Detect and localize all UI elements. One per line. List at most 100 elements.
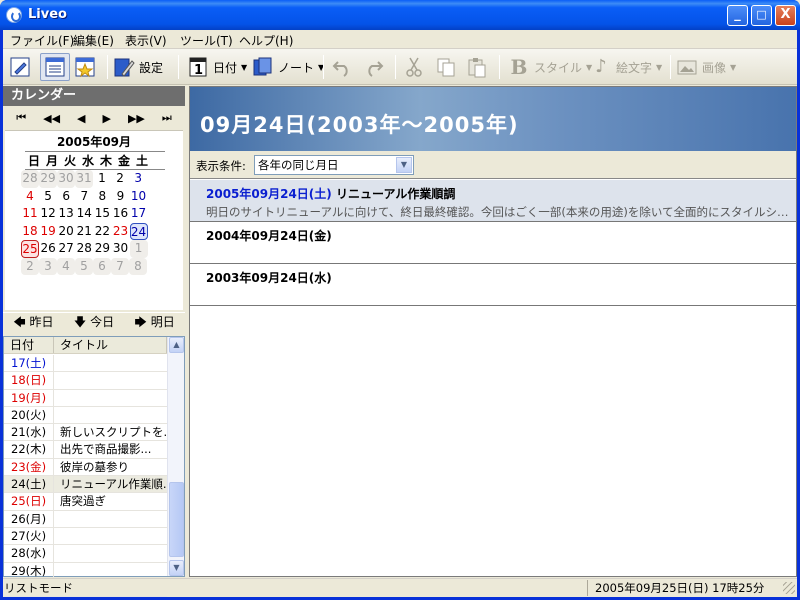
list-item[interactable]: 21(水) 新しいスクリプトを... bbox=[4, 424, 167, 442]
close-button[interactable]: X bbox=[775, 5, 796, 26]
resize-grip[interactable] bbox=[783, 582, 795, 594]
edit-mode-button[interactable] bbox=[9, 53, 37, 81]
list-item[interactable]: 17(土) bbox=[4, 355, 167, 373]
calendar-day[interactable]: 8 bbox=[129, 257, 147, 275]
today-button[interactable]: 🡇 今日 bbox=[74, 313, 114, 334]
prev-year-icon[interactable]: ◀◀ bbox=[43, 112, 60, 125]
last-month-icon[interactable]: ⏭ bbox=[162, 111, 172, 125]
yesterday-button[interactable]: 🡄 昨日 bbox=[13, 313, 53, 334]
calendar-day[interactable]: 4 bbox=[57, 257, 75, 275]
calendar-day[interactable]: 31 bbox=[75, 170, 93, 188]
calendar-day[interactable]: 8 bbox=[93, 188, 111, 206]
column-date[interactable]: 日付 bbox=[4, 337, 54, 353]
menu-edit[interactable]: 編集(E) bbox=[73, 32, 114, 49]
list-item[interactable]: 27(火) bbox=[4, 527, 167, 546]
title-bar[interactable]: Liveo _ □ X bbox=[0, 0, 800, 30]
calendar-day[interactable]: 25 bbox=[21, 240, 39, 258]
style-button[interactable]: B スタイル ▼ bbox=[508, 53, 593, 81]
calendar-day[interactable]: 20 bbox=[57, 223, 75, 241]
filter-select[interactable]: 各年の同じ月日 ▼ bbox=[254, 155, 414, 175]
calendar-day[interactable]: 28 bbox=[21, 170, 39, 188]
calendar-day[interactable]: 7 bbox=[75, 188, 93, 206]
minimize-button[interactable]: _ bbox=[727, 5, 748, 26]
bookmark-mode-button[interactable] bbox=[74, 53, 102, 81]
calendar-day[interactable]: 14 bbox=[75, 205, 93, 223]
scroll-up-button[interactable]: ▲ bbox=[169, 337, 184, 353]
calendar-day[interactable]: 1 bbox=[93, 170, 111, 188]
calendar-day[interactable]: 13 bbox=[57, 205, 75, 223]
list-item[interactable]: 26(月) bbox=[4, 510, 167, 528]
calendar-day[interactable]: 1 bbox=[129, 240, 148, 258]
settings-button[interactable]: 設定 bbox=[113, 53, 163, 81]
list-item[interactable]: 24(土) リニューアル作業順... bbox=[4, 476, 167, 494]
menu-file[interactable]: ファイル(F) bbox=[10, 32, 74, 49]
first-month-icon[interactable]: ⏮ bbox=[16, 111, 26, 125]
next-year-icon[interactable]: ▶▶ bbox=[128, 112, 145, 125]
paste-button[interactable] bbox=[466, 53, 488, 81]
scroll-thumb[interactable] bbox=[169, 482, 184, 557]
list-item[interactable]: 19(月) bbox=[4, 389, 167, 407]
menu-tools[interactable]: ツール(T) bbox=[180, 32, 233, 49]
calendar-day[interactable]: 2 bbox=[111, 170, 129, 188]
calendar-day[interactable]: 16 bbox=[111, 205, 129, 223]
date-button[interactable]: 1 日付 ▼ bbox=[187, 53, 247, 81]
list-mode-button[interactable] bbox=[40, 53, 70, 81]
calendar-day[interactable]: 6 bbox=[57, 188, 75, 206]
calendar-day[interactable]: 4 bbox=[21, 188, 39, 206]
calendar-day[interactable]: 22 bbox=[93, 223, 111, 241]
calendar-day[interactable]: 3 bbox=[129, 170, 147, 188]
calendar-day[interactable]: 26 bbox=[39, 240, 57, 258]
calendar-day[interactable]: 18 bbox=[21, 223, 39, 241]
calendar-day[interactable]: 17 bbox=[130, 205, 148, 223]
prev-month-icon[interactable]: ◀ bbox=[77, 112, 85, 125]
list-scrollbar[interactable]: ▲ ▼ bbox=[167, 337, 184, 576]
entry-2005[interactable]: 2005年09月24日(土) リニューアル作業順調 明日のサイトリニューアルに向… bbox=[190, 180, 796, 222]
calendar-day[interactable]: 15 bbox=[93, 205, 111, 223]
entry-2003[interactable]: 2003年09月24日(水) bbox=[190, 264, 796, 306]
calendar-day[interactable]: 27 bbox=[57, 240, 75, 258]
calendar-day[interactable]: 5 bbox=[39, 188, 57, 206]
menu-help[interactable]: ヘルプ(H) bbox=[239, 32, 293, 49]
calendar-day[interactable]: 30 bbox=[57, 170, 75, 188]
calendar-day[interactable]: 7 bbox=[111, 257, 129, 275]
list-item[interactable]: 22(木) 出先で商品撮影... bbox=[4, 441, 167, 459]
column-title[interactable]: タイトル bbox=[54, 337, 167, 353]
calendar-day[interactable]: 24 bbox=[129, 222, 148, 240]
list-item[interactable]: 25(日) 唐突過ぎ bbox=[4, 493, 167, 511]
scroll-down-button[interactable]: ▼ bbox=[169, 560, 184, 576]
calendar-day[interactable]: 30 bbox=[111, 240, 129, 258]
calendar-day[interactable]: 21 bbox=[75, 223, 93, 241]
calendar-day[interactable]: 23 bbox=[111, 223, 129, 241]
undo-button[interactable] bbox=[331, 53, 353, 81]
image-icon bbox=[676, 56, 698, 78]
menu-view[interactable]: 表示(V) bbox=[125, 32, 167, 49]
emoji-button[interactable]: ♪ 絵文字 ▼ bbox=[590, 53, 662, 81]
note-button[interactable]: ノート ▼ bbox=[252, 53, 324, 81]
calendar-day[interactable]: 5 bbox=[75, 257, 93, 275]
calendar-day[interactable]: 9 bbox=[111, 188, 129, 206]
chevron-down-icon[interactable]: ▼ bbox=[396, 157, 412, 173]
calendar-day[interactable]: 29 bbox=[39, 170, 57, 188]
tomorrow-button[interactable]: 🡆 明日 bbox=[135, 313, 175, 334]
calendar-day[interactable]: 2 bbox=[21, 257, 39, 275]
app-icon[interactable] bbox=[6, 7, 22, 23]
maximize-button[interactable]: □ bbox=[751, 5, 772, 26]
redo-button[interactable] bbox=[363, 53, 385, 81]
calendar-day[interactable]: 29 bbox=[93, 240, 111, 258]
list-item[interactable]: 23(金) 彼岸の墓参り bbox=[4, 458, 167, 477]
entry-2004[interactable]: 2004年09月24日(金) bbox=[190, 222, 796, 264]
calendar-day[interactable]: 3 bbox=[39, 257, 57, 275]
calendar-day[interactable]: 19 bbox=[39, 223, 57, 241]
calendar-day[interactable]: 10 bbox=[130, 188, 148, 206]
next-month-icon[interactable]: ▶ bbox=[103, 112, 111, 125]
calendar-day[interactable]: 28 bbox=[75, 240, 93, 258]
list-item[interactable]: 20(火) bbox=[4, 406, 167, 425]
calendar-day[interactable]: 6 bbox=[93, 257, 111, 275]
list-item[interactable]: 18(日) bbox=[4, 372, 167, 390]
calendar-day[interactable]: 12 bbox=[39, 205, 57, 223]
copy-button[interactable] bbox=[435, 53, 457, 81]
cut-button[interactable] bbox=[403, 53, 425, 81]
calendar-day[interactable]: 11 bbox=[21, 205, 39, 223]
image-button[interactable]: 画像 ▼ bbox=[676, 53, 736, 81]
list-item[interactable]: 28(水) bbox=[4, 545, 167, 563]
